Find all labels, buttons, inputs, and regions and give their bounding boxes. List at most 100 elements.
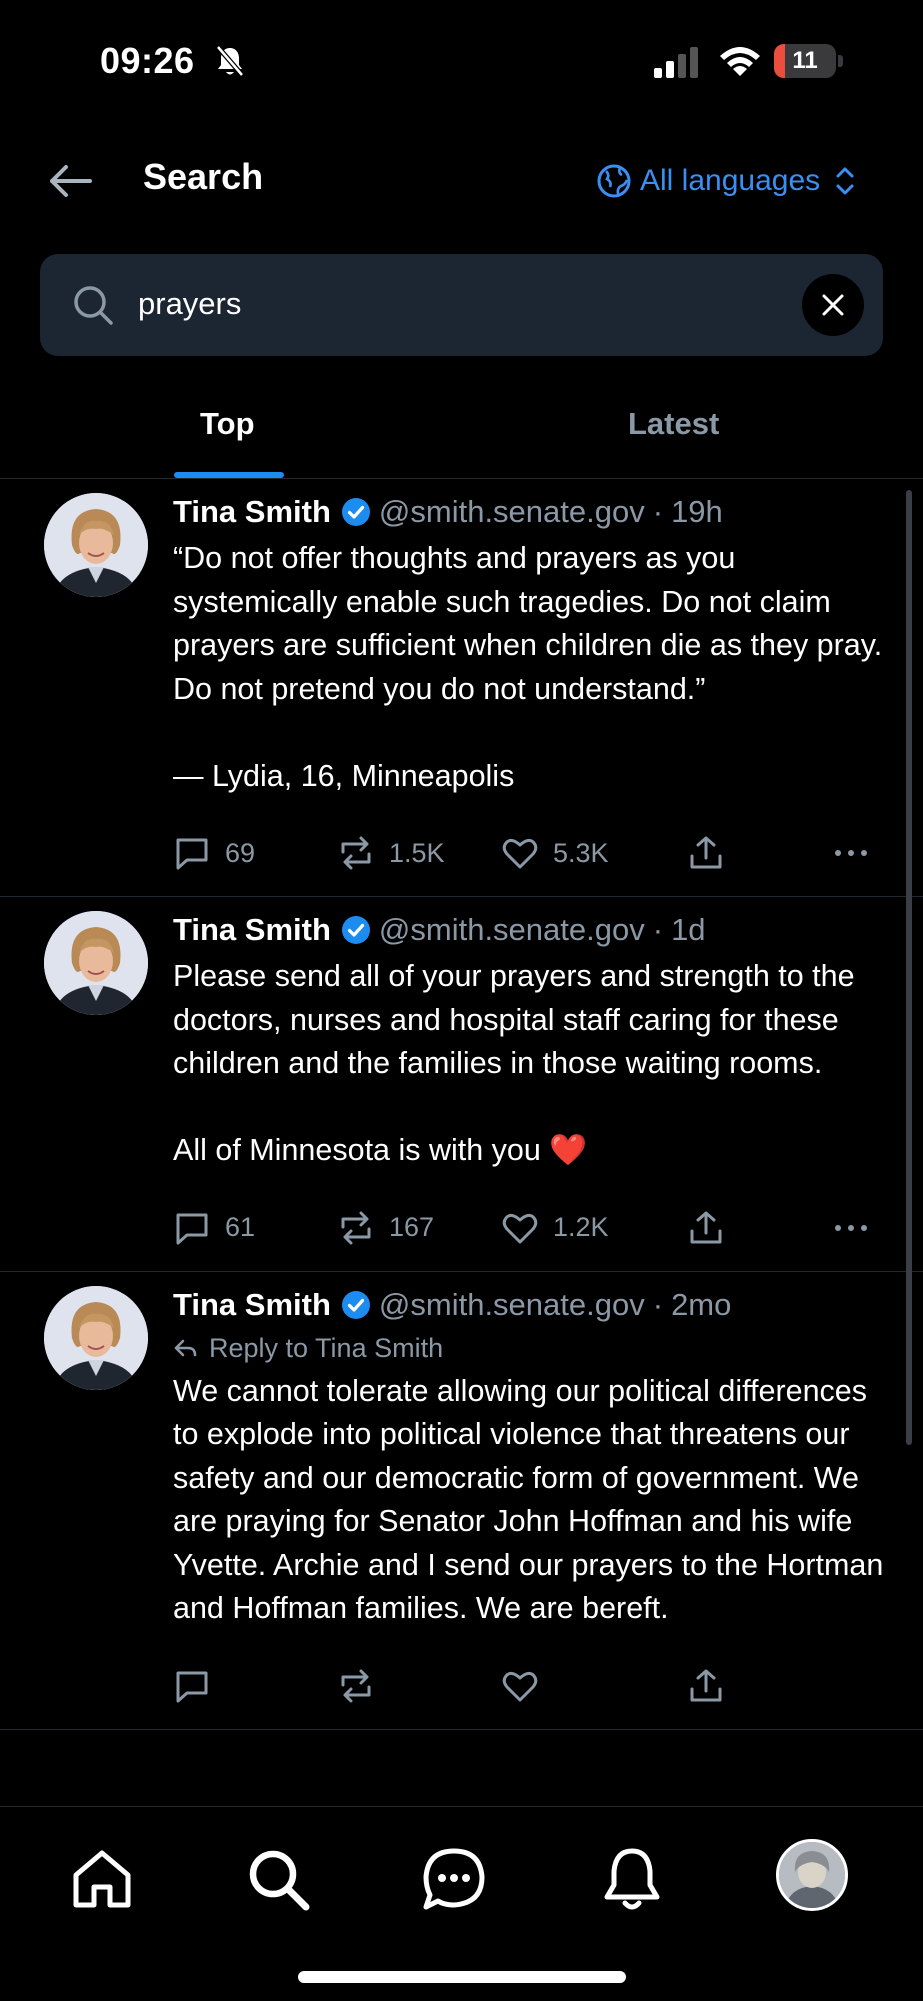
- meta-separator: ·: [652, 494, 664, 529]
- reply-icon: [176, 838, 208, 870]
- post-paragraph: Please send all of your prayers and stre…: [173, 959, 855, 1080]
- reply-to-label: Reply to Tina Smith: [209, 1332, 444, 1363]
- reply-button[interactable]: 69: [173, 834, 255, 872]
- avatar[interactable]: [44, 1285, 148, 1390]
- post-actions: 61 167 1.2K: [173, 1191, 893, 1271]
- tab-latest[interactable]: Latest: [628, 406, 719, 442]
- meta-separator: ·: [652, 912, 664, 947]
- avatar[interactable]: [44, 493, 148, 597]
- repost-icon: [341, 1669, 371, 1702]
- heart-icon: [502, 1213, 538, 1243]
- post[interactable]: Tina Smith @smith.senate.gov · 19h “Do n…: [0, 479, 923, 897]
- post-handle[interactable]: @smith.senate.gov: [379, 489, 645, 535]
- post[interactable]: Tina Smith @smith.senate.gov · 2mo Reply…: [0, 1272, 923, 1730]
- post-time: 19h: [671, 494, 723, 529]
- battery-indicator: 11: [774, 44, 844, 78]
- post-paragraph: All of Minnesota is with you ❤️: [173, 1133, 588, 1167]
- like-count: 5.3K: [553, 837, 609, 868]
- bottom-tab-bar: [0, 1806, 923, 2001]
- reply-count: 69: [225, 837, 256, 868]
- post-actions: 69 1.5K 5.3K: [173, 816, 893, 896]
- post-time: 1d: [671, 912, 706, 947]
- post-actions: [173, 1649, 893, 1729]
- more-options-button[interactable]: [829, 1209, 887, 1247]
- more-icon: [835, 1224, 867, 1231]
- close-icon: [822, 294, 844, 316]
- like-button[interactable]: 5.3K: [501, 834, 609, 872]
- post-handle[interactable]: @smith.senate.gov: [379, 1282, 645, 1328]
- home-icon[interactable]: [68, 1845, 136, 1913]
- post-paragraph: — Lydia, 16, Minneapolis: [173, 758, 515, 793]
- language-label: All languages: [640, 164, 821, 197]
- share-icon: [690, 1211, 722, 1243]
- repost-icon: [341, 836, 371, 870]
- post-text: We cannot tolerate allowing our politica…: [173, 1370, 893, 1631]
- post-paragraph: We cannot tolerate allowing our politica…: [173, 1373, 884, 1626]
- post-author[interactable]: Tina Smith: [173, 489, 331, 535]
- page-title: Search: [143, 156, 264, 197]
- post-paragraph: “Do not offer thoughts and prayers as yo…: [173, 541, 883, 706]
- share-button[interactable]: [687, 1209, 739, 1247]
- search-field[interactable]: prayers: [40, 254, 883, 356]
- reply-context[interactable]: Reply to Tina Smith: [173, 1328, 893, 1368]
- like-button[interactable]: 1.2K: [501, 1209, 609, 1247]
- notifications-icon[interactable]: [598, 1845, 666, 1913]
- reply-count: 61: [225, 1212, 256, 1242]
- post-text: “Do not offer thoughts and prayers as yo…: [173, 537, 893, 798]
- more-options-button[interactable]: [829, 834, 887, 872]
- repost-button[interactable]: 167: [337, 1209, 434, 1247]
- search-icon: [74, 286, 113, 325]
- avatar[interactable]: [44, 911, 148, 1015]
- post[interactable]: Tina Smith @smith.senate.gov · 1d Please…: [0, 897, 923, 1272]
- reply-arrow-icon: [174, 1339, 197, 1356]
- active-tab-indicator: [174, 472, 284, 478]
- messages-icon[interactable]: [420, 1845, 488, 1913]
- repost-button[interactable]: [337, 1667, 389, 1705]
- chevron-updown-icon: [836, 167, 854, 195]
- like-button[interactable]: [501, 1667, 553, 1705]
- bell-muted-icon: [216, 45, 244, 77]
- reply-icon: [176, 1213, 208, 1244]
- verified-icon: [341, 1290, 370, 1319]
- reply-button[interactable]: 61: [173, 1209, 255, 1247]
- post-author[interactable]: Tina Smith: [173, 1282, 331, 1328]
- globe-icon: [597, 164, 631, 198]
- search-input[interactable]: prayers: [138, 286, 241, 322]
- meta-separator: ·: [652, 1286, 664, 1322]
- profile-avatar[interactable]: [776, 1839, 848, 1911]
- post-author[interactable]: Tina Smith: [173, 907, 331, 953]
- repost-count: 1.5K: [389, 837, 445, 868]
- back-arrow-icon[interactable]: [46, 158, 96, 204]
- more-icon: [835, 850, 867, 856]
- reply-icon: [176, 1671, 208, 1702]
- language-selector[interactable]: All languages: [596, 160, 856, 202]
- status-time: 09:26: [100, 40, 195, 81]
- post-text: Please send all of your prayers and stre…: [173, 955, 893, 1173]
- post-handle[interactable]: @smith.senate.gov: [379, 907, 645, 953]
- search-icon[interactable]: [244, 1845, 312, 1913]
- status-bar: 09:26 11: [0, 0, 923, 120]
- share-button[interactable]: [687, 1667, 739, 1705]
- signal-icon: [654, 47, 698, 78]
- clear-search-button[interactable]: [802, 274, 864, 336]
- share-icon: [690, 836, 722, 869]
- search-results-feed[interactable]: Tina Smith @smith.senate.gov · 19h “Do n…: [0, 479, 923, 1805]
- share-icon: [690, 1669, 722, 1701]
- search-tabs: Top Latest: [0, 372, 923, 479]
- reply-button[interactable]: [173, 1667, 225, 1705]
- heart-icon: [502, 1671, 538, 1701]
- share-button[interactable]: [687, 834, 739, 872]
- wifi-icon: [720, 47, 760, 76]
- scrollbar[interactable]: [906, 490, 912, 1445]
- repost-count: 167: [389, 1212, 435, 1242]
- like-count: 1.2K: [553, 1212, 609, 1242]
- heart-icon: [502, 838, 538, 869]
- repost-icon: [341, 1211, 371, 1244]
- verified-icon: [341, 916, 370, 944]
- tab-top[interactable]: Top: [200, 406, 255, 442]
- verified-icon: [341, 498, 370, 526]
- repost-button[interactable]: 1.5K: [337, 834, 445, 872]
- battery-level: 11: [792, 47, 818, 74]
- post-time: 2mo: [671, 1286, 732, 1322]
- home-indicator: [298, 1971, 626, 1983]
